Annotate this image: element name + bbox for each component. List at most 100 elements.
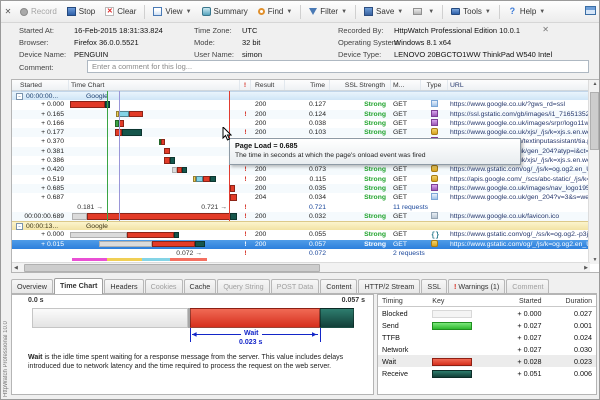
request-row[interactable]: + 0.6852000.035StrongGEThttps://www.goog… xyxy=(12,184,590,193)
tab-warnings-1-[interactable]: !Warnings (1) xyxy=(448,279,505,293)
request-time-chart xyxy=(69,165,240,174)
toolbar-separator xyxy=(499,5,500,19)
request-row[interactable]: + 0.0002000.127StrongGEThttps://www.goog… xyxy=(12,100,590,109)
info-label: Device Type: xyxy=(338,49,381,60)
summary-button[interactable]: Summary xyxy=(197,3,253,21)
scroll-down-icon[interactable]: ▼ xyxy=(589,257,600,263)
scroll-left-icon[interactable]: ◀ xyxy=(14,264,18,272)
find-button[interactable]: Find▼ xyxy=(253,3,298,21)
column-header-result[interactable]: Result xyxy=(251,80,285,90)
toolbar: ✕ Record Stop✕Clear View▼SummaryFind▼ Filte… xyxy=(1,1,600,23)
warning-icon: ! xyxy=(240,249,251,258)
timing-row-wait[interactable]: Wait+ 0.0280.023 xyxy=(378,355,596,367)
page-group-row[interactable]: –00:00:00...Google xyxy=(12,91,590,100)
column-header-type[interactable]: Type xyxy=(421,80,448,90)
comment-input[interactable] xyxy=(87,60,589,73)
timing-started: + 0.000 xyxy=(498,307,545,320)
help-button[interactable]: ?Help▼ xyxy=(503,3,550,21)
request-result: 200 xyxy=(251,165,285,174)
timing-duration: 0.006 xyxy=(546,367,596,379)
timing-row-send[interactable]: Send+ 0.0270.001 xyxy=(378,319,596,331)
tab-time-chart[interactable]: Time Chart xyxy=(54,278,103,294)
tooltip-text: The time in seconds at which the page's … xyxy=(235,152,515,159)
horizontal-scrollbar[interactable]: ◀ ▶ xyxy=(12,262,590,272)
timing-bar-red xyxy=(87,213,230,220)
script-type-icon xyxy=(431,165,438,172)
request-row[interactable]: 00:00:00.689!2000.032StrongGEThttps://ww… xyxy=(12,212,590,221)
toolbar-separator xyxy=(355,5,356,19)
tab-label: Headers xyxy=(110,282,137,291)
filter-icon xyxy=(309,8,317,15)
save-button[interactable]: Save▼ xyxy=(359,3,408,21)
request-row[interactable]: + 0.000!2000.055StrongGET{}https://www.g… xyxy=(12,230,590,239)
request-row[interactable]: + 0.1662000.038StrongGEThttps://www.goog… xyxy=(12,119,590,128)
vertical-scrollbar[interactable]: ▲ ▼ xyxy=(588,80,600,264)
filter-button[interactable]: Filter▼ xyxy=(304,3,352,21)
request-grid: StartedTime Chart!ResultTimeSSL Strength… xyxy=(11,79,600,273)
view-button[interactable]: View▼ xyxy=(148,3,196,21)
tab-headers[interactable]: Headers xyxy=(104,279,143,293)
request-url: https://apis.google.com/_/scs/abc-static… xyxy=(448,175,590,184)
request-ssl-strength: Strong xyxy=(330,110,391,119)
tab-ssl[interactable]: SSL xyxy=(421,279,447,293)
column-header--[interactable]: ! xyxy=(240,80,251,90)
page-group-row[interactable]: –00:00:13...Google xyxy=(12,221,590,230)
timing-bar-red xyxy=(230,194,237,201)
timing-row-receive[interactable]: Receive+ 0.0510.006 xyxy=(378,367,596,379)
record-label: Record xyxy=(31,7,57,16)
timing-row-blocked[interactable]: Blocked+ 0.0000.027 xyxy=(378,307,596,320)
column-header-url[interactable]: URL xyxy=(448,80,590,90)
tab-overview[interactable]: Overview xyxy=(11,279,53,293)
horizontal-scroll-thumb[interactable] xyxy=(24,264,320,272)
tools-button[interactable]: Tools▼ xyxy=(446,3,496,21)
request-method: GET xyxy=(391,128,421,137)
request-time: 0.073 xyxy=(285,165,330,174)
timing-table-header: Timing xyxy=(378,297,428,307)
tab-cookies: Cookies xyxy=(145,279,183,293)
column-header-started[interactable]: Started xyxy=(12,80,69,90)
tooltip-title: Page Load = 0.685 xyxy=(235,141,515,150)
window-dock-icon[interactable] xyxy=(585,6,596,15)
column-header-time-chart[interactable]: Time Chart xyxy=(69,80,240,90)
stop-button[interactable]: Stop xyxy=(62,3,100,21)
print-button[interactable]: ▼ xyxy=(408,3,439,21)
request-ssl-strength: Strong xyxy=(330,184,391,193)
tab-http-2-stream[interactable]: HTTP/2 Stream xyxy=(358,279,420,293)
warning-icon xyxy=(240,184,251,193)
tab-label: Cookies xyxy=(151,282,177,291)
column-header-time[interactable]: Time xyxy=(285,80,330,90)
clear-button[interactable]: ✕Clear xyxy=(100,3,141,21)
request-ssl-strength: Strong xyxy=(330,119,391,128)
column-header-m-[interactable]: M... xyxy=(391,80,421,90)
request-row[interactable]: + 0.420!2000.073StrongGEThttps://www.gst… xyxy=(12,165,590,174)
collapse-icon[interactable]: – xyxy=(16,93,23,100)
timing-row-network[interactable]: Network+ 0.0270.030 xyxy=(378,343,596,355)
chevron-down-icon: ▼ xyxy=(485,9,491,15)
request-result: 200 xyxy=(251,240,285,249)
tab-content[interactable]: Content xyxy=(320,279,357,293)
column-header-ssl-strength[interactable]: SSL Strength xyxy=(330,80,391,90)
request-row[interactable]: + 0.015!2000.057StrongGEThttps://www.gst… xyxy=(12,240,590,249)
chevron-down-icon: ▼ xyxy=(286,9,292,15)
scroll-right-icon[interactable]: ▶ xyxy=(584,264,588,272)
scroll-up-icon[interactable]: ▲ xyxy=(589,81,600,87)
request-started: + 0.015 xyxy=(12,240,69,249)
render-start-line xyxy=(107,91,108,221)
close-icon[interactable]: ✕ xyxy=(1,7,15,16)
vertical-scroll-thumb[interactable] xyxy=(590,92,599,150)
request-time-chart xyxy=(69,212,240,221)
request-row[interactable]: + 0.519!2000.115StrongGEThttps://apis.go… xyxy=(12,175,590,184)
collapse-icon[interactable]: – xyxy=(16,223,23,230)
request-time-chart xyxy=(69,230,240,239)
request-row[interactable]: + 0.6872040.034StrongGEThttps://www.goog… xyxy=(12,193,590,202)
request-row[interactable]: + 0.177!2000.103StrongGEThttps://www.goo… xyxy=(12,128,590,137)
timing-row-ttfb[interactable]: TTFB+ 0.0270.024 xyxy=(378,331,596,343)
request-result: 200 xyxy=(251,128,285,137)
view-icon xyxy=(153,7,162,16)
request-started: + 0.685 xyxy=(12,184,69,193)
timing-description: Wait is the idle time spent waiting for … xyxy=(28,353,360,372)
tab-cache[interactable]: Cache xyxy=(184,279,217,293)
request-type xyxy=(421,212,448,221)
request-row[interactable]: + 0.165!2000.124StrongGEThttps://ssl.gst… xyxy=(12,110,590,119)
timing-bar-teal xyxy=(195,241,205,248)
